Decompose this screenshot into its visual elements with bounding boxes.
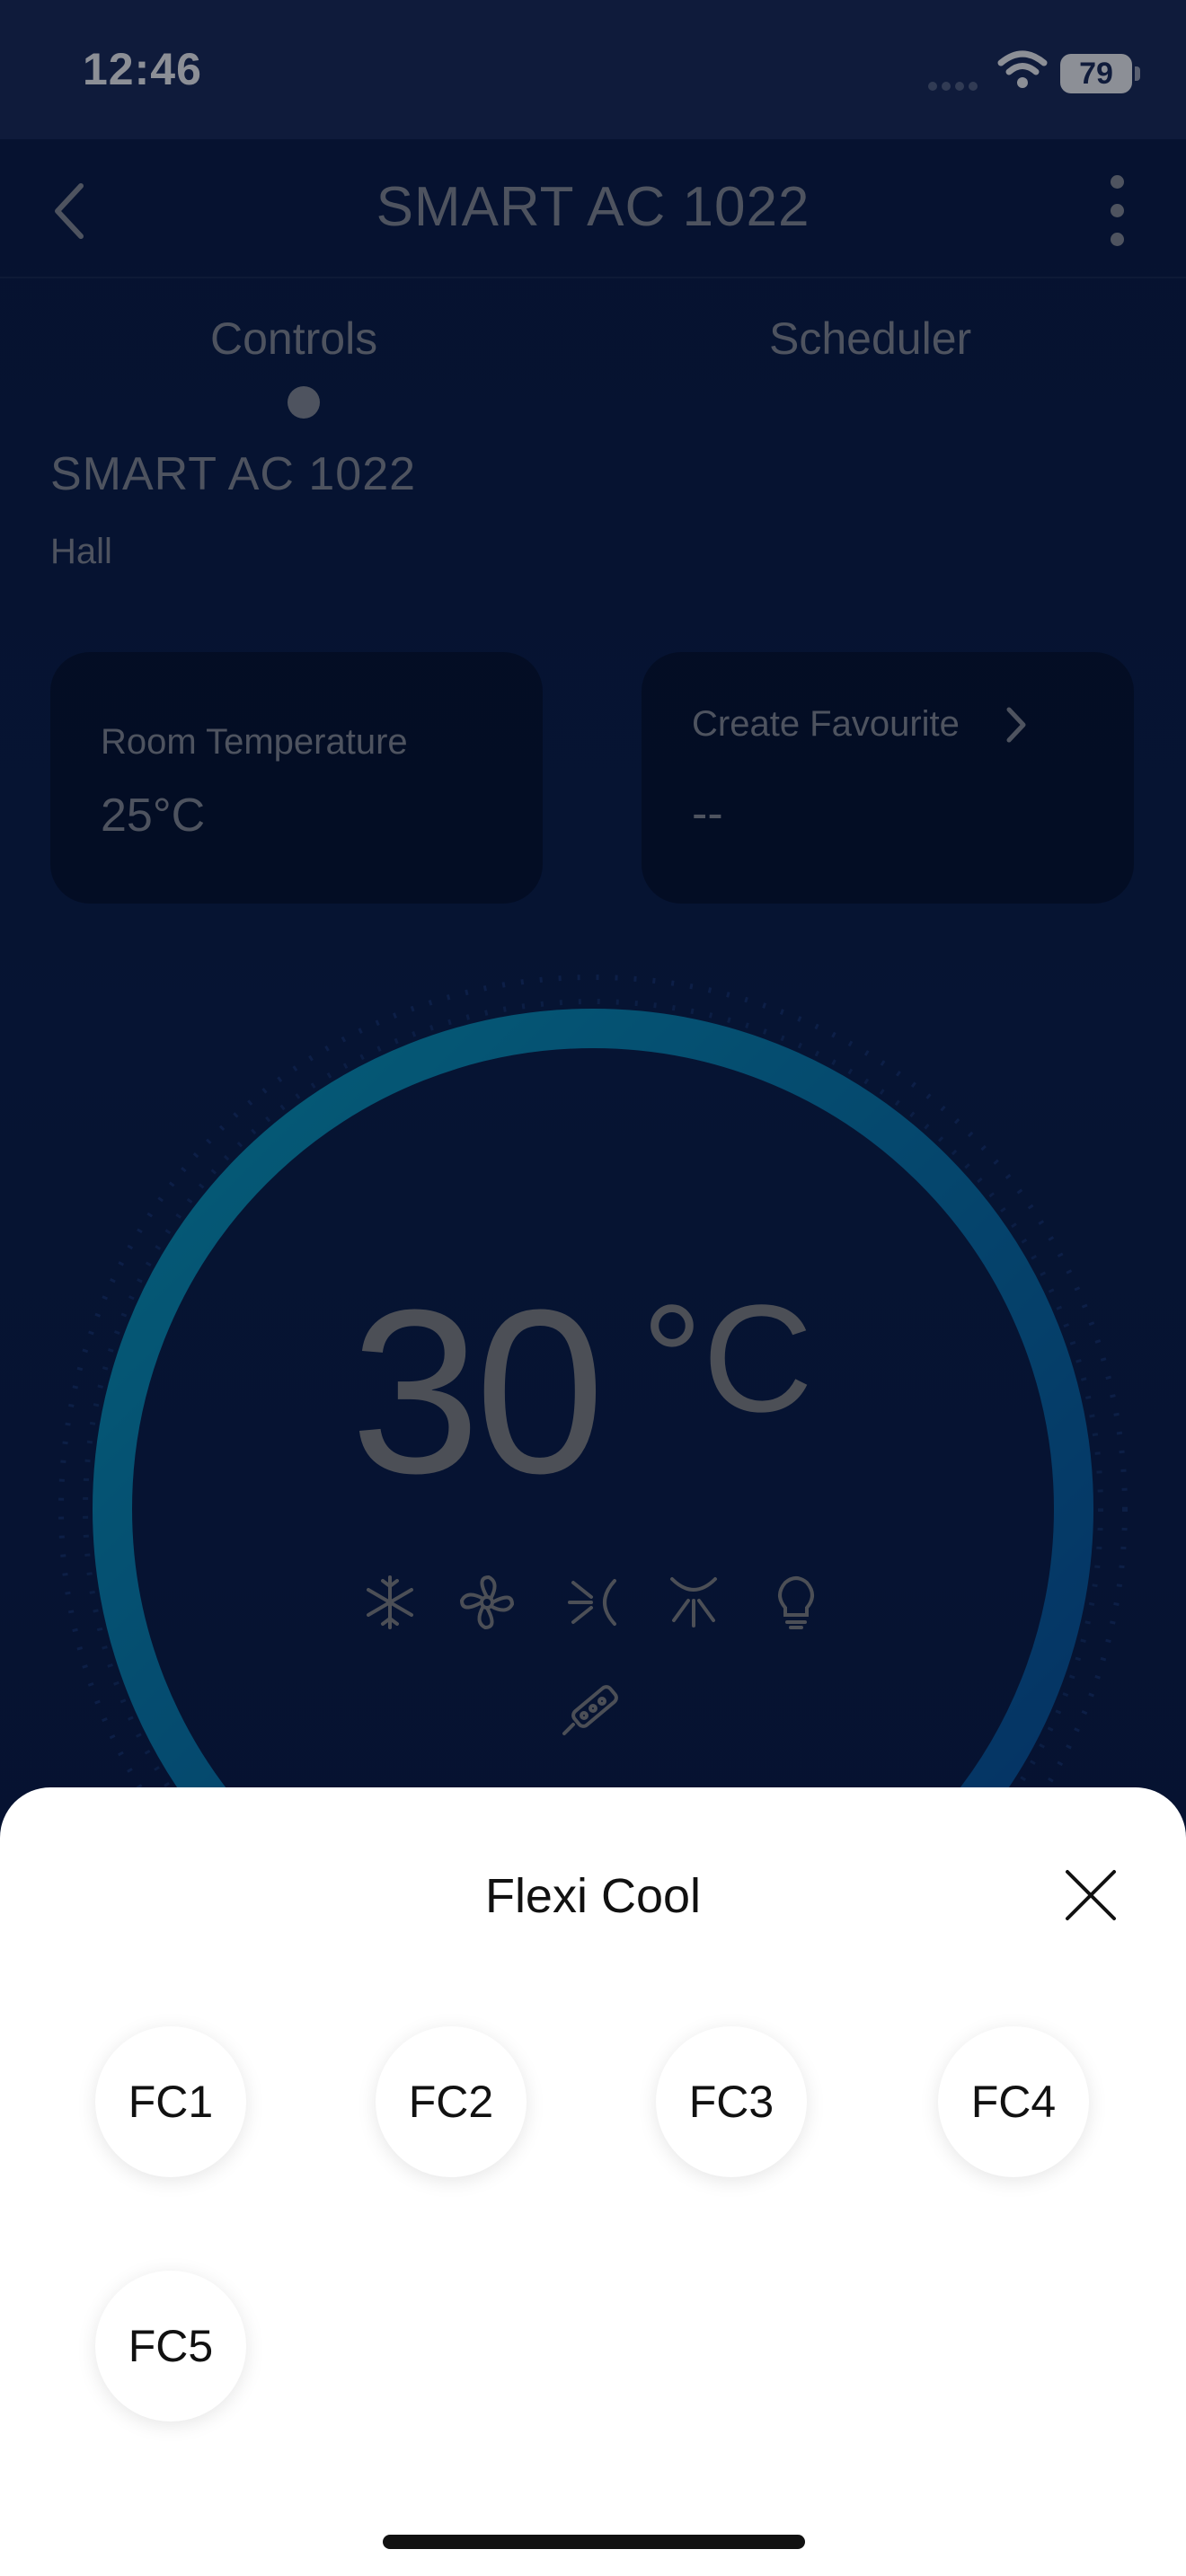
fc4-button[interactable]: FC4 (938, 2026, 1089, 2177)
fc3-button[interactable]: FC3 (656, 2026, 807, 2177)
home-indicator[interactable] (383, 2535, 805, 2549)
fc2-button[interactable]: FC2 (376, 2026, 527, 2177)
fc5-button[interactable]: FC5 (95, 2271, 246, 2422)
sheet-title: Flexi Cool (484, 1869, 702, 1923)
fc1-button[interactable]: FC1 (95, 2026, 246, 2177)
flexi-cool-sheet: Flexi Cool FC1 FC2 FC3 FC4 FC5 (0, 1787, 1186, 2576)
close-icon[interactable] (1062, 1866, 1120, 1924)
